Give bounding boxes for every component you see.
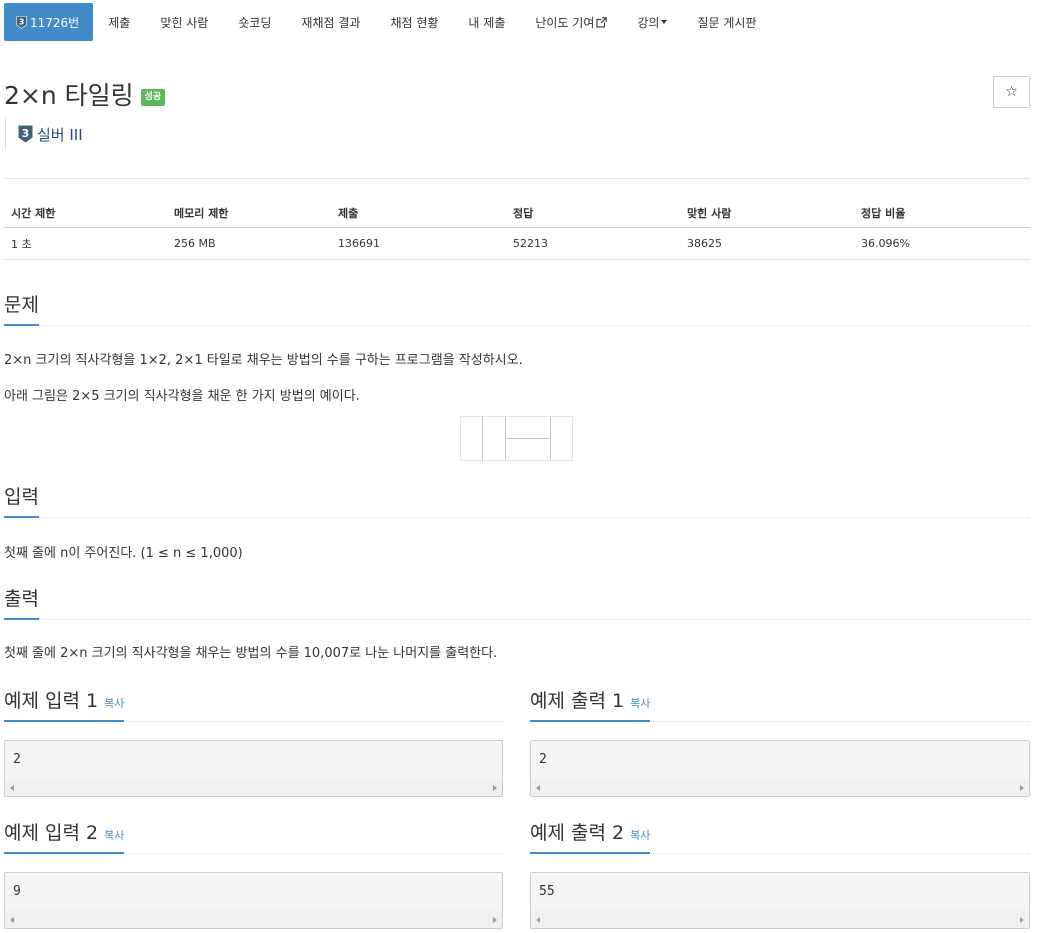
svg-text:3: 3 (22, 127, 30, 140)
problem-title-row: 2×n 타일링 성공 (4, 76, 166, 112)
sample-label: 예제 입력 (4, 690, 80, 712)
scroll-right-icon[interactable] (1020, 917, 1024, 923)
external-link-icon (596, 16, 608, 28)
problem-description-2: 아래 그림은 2×5 크기의 직사각형을 채운 한 가지 방법의 예이다. (4, 389, 360, 404)
scroll-left-icon[interactable] (536, 785, 540, 791)
header-accepted: 정답 (513, 207, 534, 220)
scroll-left-icon[interactable] (536, 917, 540, 923)
header-ratio: 정답 비율 (861, 207, 906, 220)
tab-difficulty-label: 난이도 기여 (535, 15, 595, 30)
sample-output-1-title: 예제 출력 1 복사 (530, 686, 651, 722)
tab-solvers[interactable]: 맞힌 사람 (145, 3, 223, 41)
tab-shortcoding[interactable]: 숏코딩 (223, 3, 286, 41)
table-header-row: 시간 제한 메모리 제한 제출 정답 맞힌 사람 정답 비율 (4, 199, 1030, 228)
tab-submit[interactable]: 제출 (93, 3, 145, 41)
accepted-value: 52213 (513, 237, 548, 250)
header-submissions: 제출 (338, 207, 359, 220)
tab-board[interactable]: 질문 게시판 (682, 3, 771, 41)
sample-label: 예제 입력 (4, 822, 80, 844)
input-description: 첫째 줄에 n이 주어진다. (1 ≤ n ≤ 1,000) (4, 546, 243, 561)
sample-output-2-title: 예제 출력 2 복사 (530, 818, 651, 854)
sample-output-1-value: 2 (539, 752, 547, 767)
section-problem-title: 문제 (4, 290, 39, 326)
sample-label: 예제 출력 (530, 690, 606, 712)
sample-output-1-box[interactable]: 2 (530, 740, 1030, 797)
section-input-heading: 입력 (4, 482, 1030, 518)
sample-number: 1 (86, 690, 99, 712)
sample-number: 1 (612, 690, 625, 712)
time-limit-value: 1 초 (11, 237, 32, 251)
tab-status[interactable]: 채점 현황 (375, 3, 453, 41)
header-time-limit: 시간 제한 (11, 207, 56, 220)
tier-info: 3 실버 III (5, 118, 83, 150)
memory-limit-value: 256 MB (174, 237, 216, 250)
status-badge: 성공 (140, 88, 166, 106)
divider (4, 178, 1030, 179)
section-output-title: 출력 (4, 584, 39, 620)
tab-lecture[interactable]: 강의 (622, 3, 682, 41)
submissions-value: 136691 (338, 237, 380, 250)
tab-rejudge[interactable]: 재채점 결과 (286, 3, 375, 41)
sample-output-2-heading: 예제 출력 2 복사 (530, 818, 1030, 854)
output-description: 첫째 줄에 2×n 크기의 직사각형을 채우는 방법의 수를 10,007로 나… (4, 646, 498, 661)
section-problem-heading: 문제 (4, 290, 1030, 326)
copy-button[interactable]: 복사 (630, 829, 650, 842)
scroll-right-icon[interactable] (493, 785, 497, 791)
sample-number: 2 (86, 822, 99, 844)
tab-difficulty[interactable]: 난이도 기여 (520, 3, 622, 41)
tier-label[interactable]: 실버 III (37, 124, 83, 145)
star-button[interactable]: ☆ (993, 76, 1030, 108)
scroll-right-icon[interactable] (1020, 785, 1024, 791)
copy-button[interactable]: 복사 (630, 697, 650, 710)
copy-button[interactable]: 복사 (104, 697, 124, 710)
sample-input-2-box[interactable]: 9 (4, 872, 503, 929)
sample-output-1-heading: 예제 출력 1 복사 (530, 686, 1030, 722)
tab-lecture-label: 강의 (637, 15, 660, 30)
problem-description-1: 2×n 크기의 직사각형을 1×2, 2×1 타일로 채우는 방법의 수를 구하… (4, 353, 523, 368)
caret-down-icon (661, 20, 668, 24)
sample-label: 예제 출력 (530, 822, 606, 844)
copy-button[interactable]: 복사 (104, 829, 124, 842)
ratio-value: 36.096% (861, 237, 910, 250)
scroll-left-icon[interactable] (10, 785, 14, 791)
horizontal-scrollbar[interactable] (531, 911, 1029, 928)
sample-output-2-value: 55 (539, 884, 555, 899)
silver-tier-icon: 3 (16, 15, 27, 29)
scroll-right-icon[interactable] (493, 917, 497, 923)
table-row: 1 초 256 MB 136691 52213 38625 36.096% (4, 228, 1030, 260)
section-input-title: 입력 (4, 482, 39, 518)
problem-menu-tabs: 3 11726번 제출 맞힌 사람 숏코딩 재채점 결과 채점 현황 내 제출 … (4, 3, 771, 41)
sample-input-1-heading: 예제 입력 1 복사 (4, 686, 503, 722)
star-icon: ☆ (1005, 84, 1018, 100)
solvers-value: 38625 (687, 237, 722, 250)
sample-number: 2 (612, 822, 625, 844)
scroll-left-icon[interactable] (10, 917, 14, 923)
header-memory-limit: 메모리 제한 (174, 207, 229, 220)
horizontal-scrollbar[interactable] (5, 911, 502, 928)
silver-tier-icon: 3 (18, 125, 33, 143)
svg-text:3: 3 (19, 17, 25, 26)
tab-my-submit[interactable]: 내 제출 (453, 3, 520, 41)
horizontal-scrollbar[interactable] (531, 779, 1029, 796)
problem-info-table: 시간 제한 메모리 제한 제출 정답 맞힌 사람 정답 비율 1 초 256 M… (4, 199, 1030, 260)
sample-input-1-box[interactable]: 2 (4, 740, 503, 797)
sample-input-1-value: 2 (13, 752, 21, 767)
page-title: 2×n 타일링 (4, 81, 134, 110)
horizontal-scrollbar[interactable] (5, 779, 502, 796)
header-solvers: 맞힌 사람 (687, 207, 732, 220)
tiling-example-figure (460, 416, 573, 461)
section-output-heading: 출력 (4, 584, 1030, 620)
sample-input-2-value: 9 (13, 884, 21, 899)
sample-output-2-box[interactable]: 55 (530, 872, 1030, 929)
sample-input-2-title: 예제 입력 2 복사 (4, 818, 125, 854)
sample-input-2-heading: 예제 입력 2 복사 (4, 818, 503, 854)
tab-problem[interactable]: 3 11726번 (4, 3, 94, 41)
tab-problem-label: 11726번 (30, 15, 80, 30)
sample-input-1-title: 예제 입력 1 복사 (4, 686, 125, 722)
